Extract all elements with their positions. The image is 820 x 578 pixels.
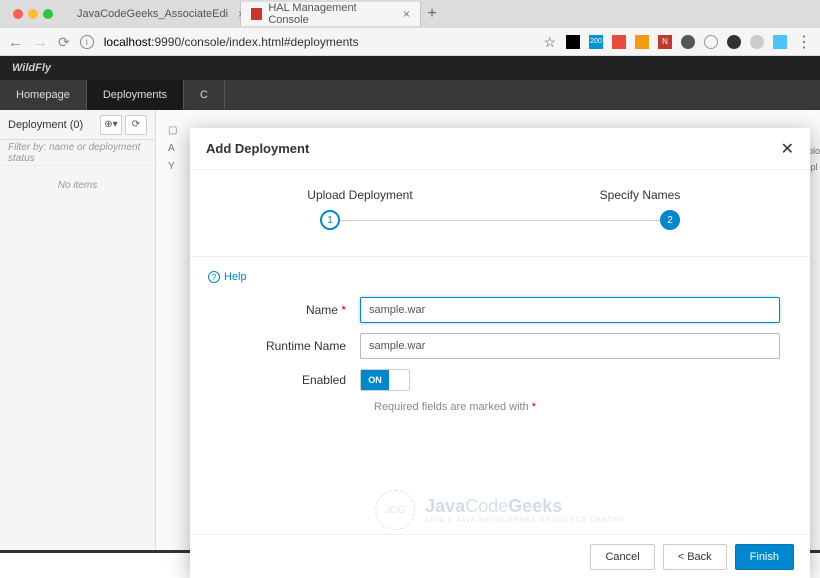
empty-state: No items bbox=[0, 166, 155, 205]
step-1-indicator[interactable]: 1 bbox=[320, 210, 340, 230]
modal-footer: Cancel < Back Finish bbox=[190, 534, 810, 578]
tab-bar: JavaCodeGeeks_AssociateEdi × HAL Managem… bbox=[0, 0, 820, 28]
enabled-toggle[interactable]: ON bbox=[360, 369, 410, 391]
url-field[interactable]: localhost:9990/console/index.html#deploy… bbox=[104, 35, 534, 49]
ext-icon[interactable] bbox=[612, 35, 626, 49]
ext-icon[interactable] bbox=[704, 35, 718, 49]
modal-title: Add Deployment bbox=[206, 141, 309, 156]
reload-button[interactable]: ⟳ bbox=[58, 34, 70, 51]
watermark: JCG JavaCodeGeeks JAVA 2 JAVA DEVELOPERS… bbox=[375, 490, 625, 530]
bookmark-icon[interactable]: ☆ bbox=[543, 34, 556, 51]
ext-icon[interactable] bbox=[773, 35, 787, 49]
runtime-name-label: Runtime Name bbox=[220, 339, 360, 353]
step-1-label: Upload Deployment bbox=[220, 188, 500, 202]
deployment-header: Deployment (0) ⊕▾ ⟳ bbox=[0, 110, 155, 140]
sidebar: Deployment (0) ⊕▾ ⟳ Filter by: name or d… bbox=[0, 110, 156, 550]
enabled-label: Enabled bbox=[220, 373, 360, 387]
tab-title: JavaCodeGeeks_AssociateEdi bbox=[77, 8, 228, 20]
close-icon[interactable]: ✕ bbox=[781, 139, 794, 159]
add-deployment-button[interactable]: ⊕▾ bbox=[100, 115, 122, 135]
modal-header: Add Deployment ✕ bbox=[190, 128, 810, 170]
window-controls bbox=[5, 9, 61, 19]
main-nav: Homepage Deployments C bbox=[0, 80, 820, 110]
address-bar: ← → ⟳ i localhost:9990/console/index.htm… bbox=[0, 28, 820, 56]
filter-input[interactable]: Filter by: name or deployment status bbox=[0, 140, 155, 166]
nav-deployments[interactable]: Deployments bbox=[87, 80, 184, 110]
name-input[interactable] bbox=[360, 297, 780, 323]
app-viewport: WildFly Homepage Deployments C Deploymen… bbox=[0, 56, 820, 553]
cancel-button[interactable]: Cancel bbox=[590, 544, 654, 570]
add-deployment-modal: Add Deployment ✕ Upload Deployment Speci… bbox=[190, 128, 810, 578]
required-note: Required fields are marked with * bbox=[374, 401, 780, 413]
runtime-name-input[interactable] bbox=[360, 333, 780, 359]
deployment-title: Deployment (0) bbox=[8, 119, 83, 131]
name-label: Name * bbox=[220, 303, 360, 317]
browser-tab-1[interactable]: JavaCodeGeeks_AssociateEdi × bbox=[61, 2, 241, 26]
extension-icons: 200 N ⋮ bbox=[566, 32, 812, 52]
ext-icon[interactable]: N bbox=[658, 35, 672, 49]
form-area: Name * Runtime Name Enabled ON Required … bbox=[190, 297, 810, 413]
step-2-indicator[interactable]: 2 bbox=[660, 210, 680, 230]
wizard-steps: Upload Deployment Specify Names 1 2 bbox=[190, 170, 810, 238]
ext-icon[interactable]: 200 bbox=[589, 35, 603, 49]
minimize-window-icon[interactable] bbox=[28, 9, 38, 19]
ext-icon[interactable] bbox=[635, 35, 649, 49]
close-tab-icon[interactable]: × bbox=[403, 7, 410, 21]
ext-icon[interactable] bbox=[566, 35, 580, 49]
tab-title: HAL Management Console bbox=[268, 2, 393, 26]
site-info-icon[interactable]: i bbox=[80, 35, 94, 49]
browser-tab-2[interactable]: HAL Management Console × bbox=[241, 2, 421, 26]
step-connector bbox=[340, 220, 660, 221]
nav-homepage[interactable]: Homepage bbox=[0, 80, 87, 110]
maximize-window-icon[interactable] bbox=[43, 9, 53, 19]
back-button[interactable]: < Back bbox=[663, 544, 727, 570]
help-link[interactable]: ? Help bbox=[190, 257, 810, 297]
finish-button[interactable]: Finish bbox=[735, 544, 794, 570]
hal-icon bbox=[251, 8, 262, 20]
app-brand: WildFly bbox=[0, 56, 820, 80]
browser-chrome: JavaCodeGeeks_AssociateEdi × HAL Managem… bbox=[0, 0, 820, 56]
ext-icon[interactable] bbox=[750, 35, 764, 49]
close-window-icon[interactable] bbox=[13, 9, 23, 19]
step-2-label: Specify Names bbox=[500, 188, 780, 202]
refresh-button[interactable]: ⟳ bbox=[125, 115, 147, 135]
forward-button[interactable]: → bbox=[33, 34, 48, 51]
back-button[interactable]: ← bbox=[8, 34, 23, 51]
ext-icon[interactable] bbox=[727, 35, 741, 49]
menu-icon[interactable]: ⋮ bbox=[796, 32, 812, 52]
help-icon: ? bbox=[208, 271, 220, 283]
watermark-logo: JCG bbox=[375, 490, 415, 530]
nav-truncated[interactable]: C bbox=[184, 80, 225, 110]
ext-icon[interactable] bbox=[681, 35, 695, 49]
new-tab-button[interactable]: + bbox=[421, 5, 443, 23]
